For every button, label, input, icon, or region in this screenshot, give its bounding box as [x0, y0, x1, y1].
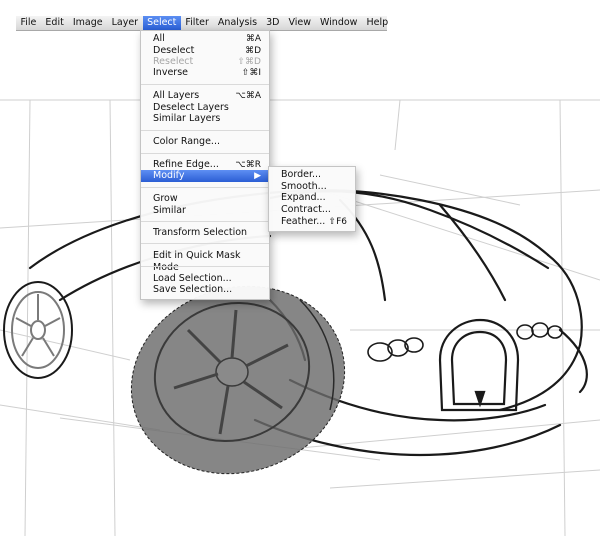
rear-wheel: [3, 281, 73, 379]
submenu-item-expand[interactable]: Expand...: [269, 192, 355, 204]
menu-item-label: Inverse: [153, 67, 188, 78]
menu-item-modify[interactable]: Modify ▶: [141, 170, 269, 182]
menu-item-shortcut: ⇧F6: [328, 217, 347, 227]
menu-file[interactable]: File: [16, 16, 41, 30]
menu-item-similar-layers[interactable]: Similar Layers: [141, 113, 269, 125]
menu-item-label: All Layers: [153, 90, 200, 101]
menu-item-similar[interactable]: Similar: [141, 205, 269, 217]
menu-separator: [141, 153, 269, 154]
menu-separator: [141, 130, 269, 131]
menu-item-label: Transform Selection: [153, 227, 248, 238]
menu-item-grow[interactable]: Grow: [141, 193, 269, 205]
menu-layer[interactable]: Layer: [107, 16, 143, 30]
menu-bar: File Edit Image Layer Select Filter Anal…: [16, 16, 388, 31]
menu-item-shortcut: ⌥⌘A: [235, 91, 261, 101]
submenu-item-feather[interactable]: Feather... ⇧F6: [269, 216, 355, 228]
submenu-arrow-icon: ▶: [254, 171, 261, 181]
menu-filter[interactable]: Filter: [181, 16, 214, 30]
menu-item-color-range[interactable]: Color Range...: [141, 136, 269, 148]
menu-item-transform-selection[interactable]: Transform Selection: [141, 227, 269, 239]
menu-item-label: All: [153, 33, 165, 44]
menu-separator: [141, 84, 269, 85]
menu-separator: [141, 187, 269, 188]
menu-item-save-selection[interactable]: Save Selection...: [141, 284, 269, 296]
menu-item-label: Edit in Quick Mask Mode: [153, 250, 241, 273]
menu-item-all[interactable]: All ⌘A: [141, 33, 269, 45]
submenu-item-border[interactable]: Border...: [269, 169, 355, 181]
menu-separator: [141, 243, 269, 244]
menu-item-label: Save Selection...: [153, 284, 233, 295]
menu-item-label: Border...: [281, 169, 322, 180]
menu-view[interactable]: View: [284, 16, 316, 30]
car-grille: [438, 318, 520, 412]
menu-item-inverse[interactable]: Inverse ⇧⌘I: [141, 67, 269, 79]
menu-item-shortcut: ⌘A: [245, 34, 261, 44]
menu-item-label: Expand...: [281, 192, 326, 203]
headlights: [367, 322, 563, 362]
menu-item-quick-mask[interactable]: Edit in Quick Mask Mode: [141, 250, 269, 273]
menu-separator: [141, 266, 269, 267]
menu-image[interactable]: Image: [68, 16, 107, 30]
menu-edit[interactable]: Edit: [41, 16, 68, 30]
menu-select[interactable]: Select: [142, 16, 181, 30]
modify-submenu: Border... Smooth... Expand... Contract..…: [268, 166, 356, 232]
menu-item-label: Color Range...: [153, 136, 220, 147]
menu-item-label: Feather...: [281, 216, 326, 227]
menu-window[interactable]: Window: [315, 16, 361, 30]
menu-3d[interactable]: 3D: [262, 16, 284, 30]
menu-item-label: Modify: [153, 170, 185, 181]
canvas-artwork[interactable]: [0, 0, 600, 536]
menu-separator: [141, 221, 269, 222]
select-menu: All ⌘A Deselect ⌘D Reselect ⇧⌘D Inverse …: [140, 30, 270, 300]
submenu-item-contract[interactable]: Contract...: [269, 204, 355, 216]
menu-help[interactable]: Help: [362, 16, 393, 30]
menu-analysis[interactable]: Analysis: [213, 16, 261, 30]
menu-item-label: Similar Layers: [153, 113, 221, 124]
menu-item-all-layers[interactable]: All Layers ⌥⌘A: [141, 90, 269, 102]
menu-item-shortcut: ⇧⌘I: [241, 68, 261, 78]
menu-item-label: Contract...: [281, 204, 331, 215]
menu-item-label: Grow: [153, 193, 178, 204]
menu-item-label: Similar: [153, 205, 186, 216]
